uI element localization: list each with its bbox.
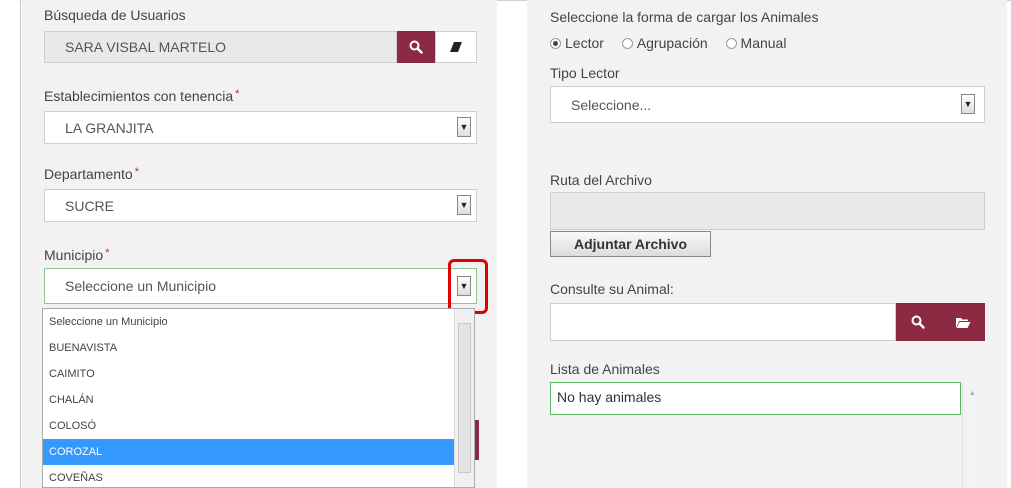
radio-manual-label: Manual	[740, 35, 787, 51]
animal-list-value: No hay animales	[557, 389, 662, 405]
animal-search-input[interactable]	[550, 303, 896, 341]
eraser-icon	[450, 42, 462, 52]
frame-left-border	[20, 0, 21, 488]
dropdown-option[interactable]: Seleccione un Municipio	[43, 309, 454, 335]
search-icon	[911, 315, 925, 329]
department-label: Departamento *	[44, 166, 139, 182]
dropdown-option[interactable]: CAIMITO	[43, 361, 454, 387]
attach-file-button[interactable]: Adjuntar Archivo	[550, 231, 711, 257]
radio-lector[interactable]: Lector	[550, 35, 604, 51]
dropdown-option[interactable]: COLOSÓ	[43, 413, 454, 439]
scrollbar-thumb[interactable]	[458, 323, 471, 473]
dropdown-option[interactable]: COVEÑAS	[43, 465, 454, 487]
reader-type-label: Tipo Lector	[550, 65, 620, 81]
scroll-up-icon[interactable]: ▲	[969, 390, 976, 397]
reader-type-value: Seleccione...	[571, 96, 652, 113]
load-mode-radio-group: Lector Agrupación Manual	[550, 35, 786, 51]
chevron-down-icon[interactable]: ▼	[457, 195, 471, 215]
annotation-highlight	[448, 259, 488, 314]
file-path-label: Ruta del Archivo	[550, 172, 652, 188]
animal-list-label: Lista de Animales	[550, 361, 660, 377]
file-path-input[interactable]	[550, 192, 985, 230]
user-search-button[interactable]	[397, 31, 435, 63]
chevron-down-icon[interactable]: ▼	[961, 94, 975, 114]
user-search-label: Búsqueda de Usuarios	[44, 7, 186, 23]
radio-agrupacion-label: Agrupación	[636, 35, 708, 51]
establishment-select[interactable]: LA GRANJITA	[44, 111, 477, 144]
municipality-select[interactable]: Seleccione un Municipio	[44, 268, 477, 304]
municipality-label-text: Municipio	[44, 247, 104, 263]
radio-button-checked[interactable]	[550, 37, 561, 49]
establishment-label: Establecimientos con tenencia *	[44, 88, 239, 104]
radio-agrupacion[interactable]: Agrupación	[621, 35, 708, 51]
search-icon	[409, 40, 423, 54]
dropdown-option-highlighted[interactable]: COROZAL	[43, 439, 454, 465]
required-marker: *	[134, 166, 139, 178]
animal-search-button[interactable]	[896, 303, 940, 341]
municipality-dropdown-list[interactable]: Seleccione un Municipio BUENAVISTA CAIMI…	[42, 308, 475, 488]
user-search-input[interactable]: SARA VISBAL MARTELO	[44, 31, 397, 63]
hidden-button-edge	[475, 420, 479, 460]
required-marker: *	[235, 88, 240, 100]
establishment-value: LA GRANJITA	[65, 119, 154, 136]
dropdown-option[interactable]: BUENAVISTA	[43, 335, 454, 361]
dropdown-option[interactable]: CHALÁN	[43, 387, 454, 413]
municipality-value: Seleccione un Municipio	[65, 278, 216, 294]
reader-type-select[interactable]: Seleccione...	[550, 86, 985, 123]
department-value: SUCRE	[65, 197, 115, 214]
animal-list-textarea[interactable]: No hay animales	[550, 382, 961, 415]
chevron-down-icon[interactable]: ▼	[457, 117, 471, 137]
radio-button[interactable]	[621, 37, 633, 49]
radio-manual[interactable]: Manual	[725, 35, 787, 51]
load-mode-label: Seleccione la forma de cargar los Animal…	[550, 9, 819, 25]
dropdown-scrollbar[interactable]	[454, 309, 474, 487]
clear-search-button[interactable]	[435, 31, 477, 63]
user-search-value: SARA VISBAL MARTELO	[65, 39, 227, 55]
animal-list-scrollbar[interactable]: ▲	[962, 382, 982, 488]
open-folder-button[interactable]	[940, 303, 985, 341]
required-marker: *	[105, 247, 110, 259]
municipality-label: Municipio *	[44, 247, 109, 263]
department-select[interactable]: SUCRE	[44, 189, 477, 222]
animal-search-label: Consulte su Animal:	[550, 281, 674, 297]
department-label-text: Departamento	[44, 166, 133, 182]
radio-button[interactable]	[725, 37, 737, 49]
establishment-label-text: Establecimientos con tenencia	[44, 88, 234, 104]
radio-lector-label: Lector	[565, 35, 604, 51]
folder-open-icon	[955, 317, 970, 328]
